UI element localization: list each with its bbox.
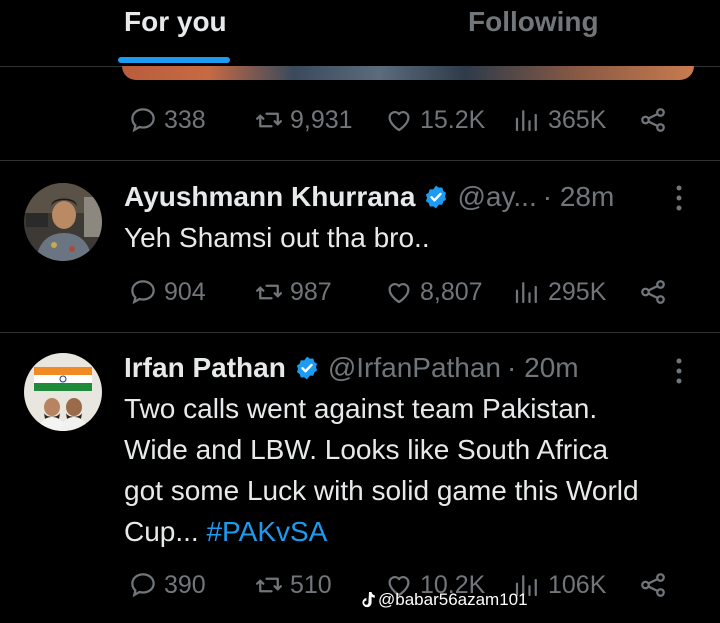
tweet-text-line: got some Luck with solid game this World: [124, 475, 639, 506]
tweet-header: Irfan Pathan @IrfanPathan · 20m: [124, 350, 579, 386]
more-icon[interactable]: [672, 356, 686, 386]
share-icon: [641, 573, 665, 597]
timeline-tabs: For you Following: [0, 0, 720, 66]
like-count: 15.2K: [420, 105, 486, 134]
tab-following[interactable]: Following: [468, 6, 599, 38]
tweet-irfan[interactable]: Irfan Pathan @IrfanPathan · 20m Two call…: [0, 333, 720, 623]
watermark-text: @babar56azam101: [378, 590, 528, 609]
repost-count: 510: [290, 570, 332, 599]
watermark: @babar56azam101: [360, 590, 528, 610]
verified-icon: [296, 356, 317, 380]
active-tab-indicator: [118, 57, 230, 63]
views-count: 365K: [548, 105, 607, 134]
views-icon: [515, 282, 537, 304]
avatar[interactable]: [24, 353, 102, 431]
top-tweet-actions: 338 9,931 15.2K 365K: [0, 100, 720, 140]
views-button[interactable]: 295K: [512, 272, 606, 312]
tweet-text: Two calls went against team Pakistan. Wi…: [124, 388, 684, 552]
share-button[interactable]: [638, 565, 674, 605]
reply-count: 338: [164, 105, 206, 134]
share-icon: [641, 280, 665, 304]
tweet-timestamp[interactable]: · 20m: [507, 352, 579, 384]
like-button[interactable]: 8,807: [384, 272, 483, 312]
display-name[interactable]: Irfan Pathan: [124, 352, 286, 384]
repost-count: 987: [290, 277, 332, 306]
tweet-text: Yeh Shamsi out tha bro..: [124, 222, 430, 253]
verified-icon: [426, 185, 447, 209]
hashtag-link[interactable]: #PAKvSA: [206, 516, 327, 547]
repost-button[interactable]: 510: [254, 565, 332, 605]
user-handle[interactable]: @IrfanPathan: [328, 352, 501, 384]
display-name[interactable]: Ayushmann Khurrana: [124, 181, 415, 213]
tweet-header: Ayushmann Khurrana @ay... · 28m: [124, 179, 614, 215]
reply-count: 390: [164, 570, 206, 599]
more-icon[interactable]: [672, 183, 686, 213]
reply-count: 904: [164, 277, 206, 306]
reply-button[interactable]: 904: [128, 272, 206, 312]
views-count: 106K: [548, 570, 607, 599]
reply-icon: [131, 573, 155, 598]
tweet-timestamp[interactable]: · 28m: [543, 181, 615, 213]
repost-icon: [256, 577, 282, 593]
like-button[interactable]: 15.2K: [384, 100, 485, 140]
tiktok-icon: [362, 592, 375, 608]
tweet-actions: 904 987 8,807 295K: [0, 272, 720, 312]
tweet-text-line: Two calls went against team Pakistan.: [124, 393, 598, 424]
views-icon: [515, 110, 537, 132]
avatar[interactable]: [24, 183, 102, 261]
repost-icon: [256, 284, 282, 300]
reply-button[interactable]: 390: [128, 565, 206, 605]
tweet-media-image[interactable]: [122, 66, 694, 80]
tweet-text-line: Cup... #PAKvSA: [124, 511, 684, 552]
views-button[interactable]: 365K: [512, 100, 606, 140]
repost-icon: [256, 112, 282, 128]
like-icon: [388, 111, 410, 132]
share-button[interactable]: [638, 100, 674, 140]
share-button[interactable]: [638, 272, 674, 312]
like-icon: [388, 283, 410, 304]
tweet-text-fragment: Cup...: [124, 516, 207, 547]
reply-icon: [131, 280, 155, 305]
reply-button[interactable]: 338: [128, 100, 206, 140]
tweet-ayushmann[interactable]: Ayushmann Khurrana @ay... · 28m Yeh Sham…: [0, 161, 720, 332]
user-handle[interactable]: @ay...: [457, 181, 536, 213]
reply-icon: [131, 108, 155, 133]
tweet-text-line: Wide and LBW. Looks like South Africa: [124, 434, 609, 465]
repost-count: 9,931: [290, 105, 353, 134]
like-count: 8,807: [420, 277, 483, 306]
share-icon: [641, 108, 665, 132]
views-count: 295K: [548, 277, 607, 306]
repost-button[interactable]: 987: [254, 272, 332, 312]
tab-for-you[interactable]: For you: [124, 6, 227, 38]
repost-button[interactable]: 9,931: [254, 100, 353, 140]
